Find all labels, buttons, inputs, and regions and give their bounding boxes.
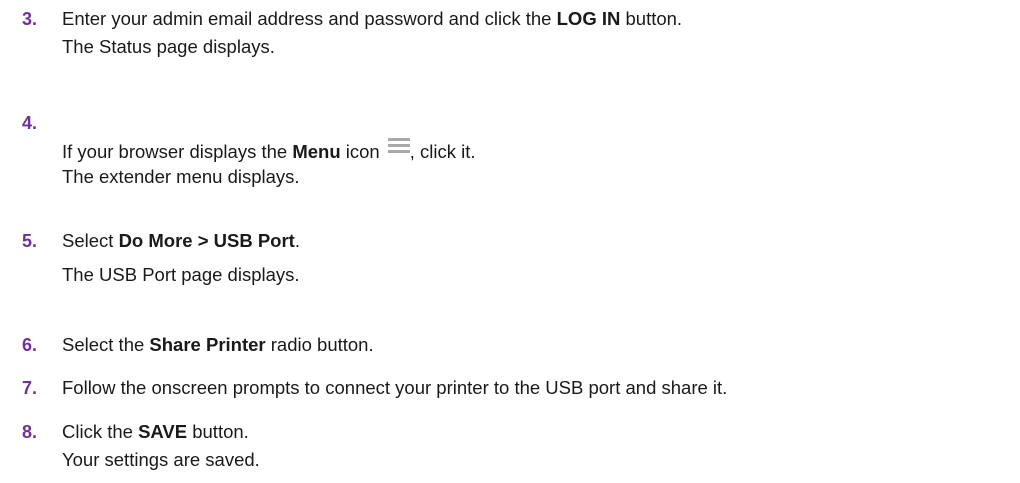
- log-in-button-label: LOG IN: [556, 8, 621, 29]
- step-instruction: Select Do More > USB Port.: [62, 230, 300, 251]
- step-number: 3.: [22, 9, 38, 29]
- save-button-label: SAVE: [138, 421, 188, 442]
- step-result: The Status page displays.: [62, 36, 275, 57]
- share-printer-label: Share Printer: [149, 334, 266, 355]
- step-instruction: Enter your admin email address and passw…: [62, 8, 683, 29]
- menu-hamburger-icon: [387, 138, 410, 154]
- step-result: Your settings are saved.: [62, 449, 260, 470]
- menu-label: Menu: [292, 141, 341, 162]
- step-instruction: Select the Share Printer radio button.: [62, 334, 374, 355]
- step-instruction: Follow the onscreen prompts to connect y…: [62, 377, 728, 398]
- menu-path: Do More > USB Port: [118, 230, 295, 251]
- step-result: The USB Port page displays.: [62, 264, 300, 285]
- step-instruction: If your browser displays the Menu icon, …: [62, 138, 476, 163]
- step-result: The extender menu displays.: [62, 166, 300, 187]
- step-number: 6.: [22, 335, 38, 355]
- step-number: 4.: [22, 113, 38, 133]
- step-instruction: Click the SAVE button.: [62, 421, 249, 442]
- step-number: 8.: [22, 422, 38, 442]
- step-number: 7.: [22, 378, 38, 398]
- step-number: 5.: [22, 231, 38, 251]
